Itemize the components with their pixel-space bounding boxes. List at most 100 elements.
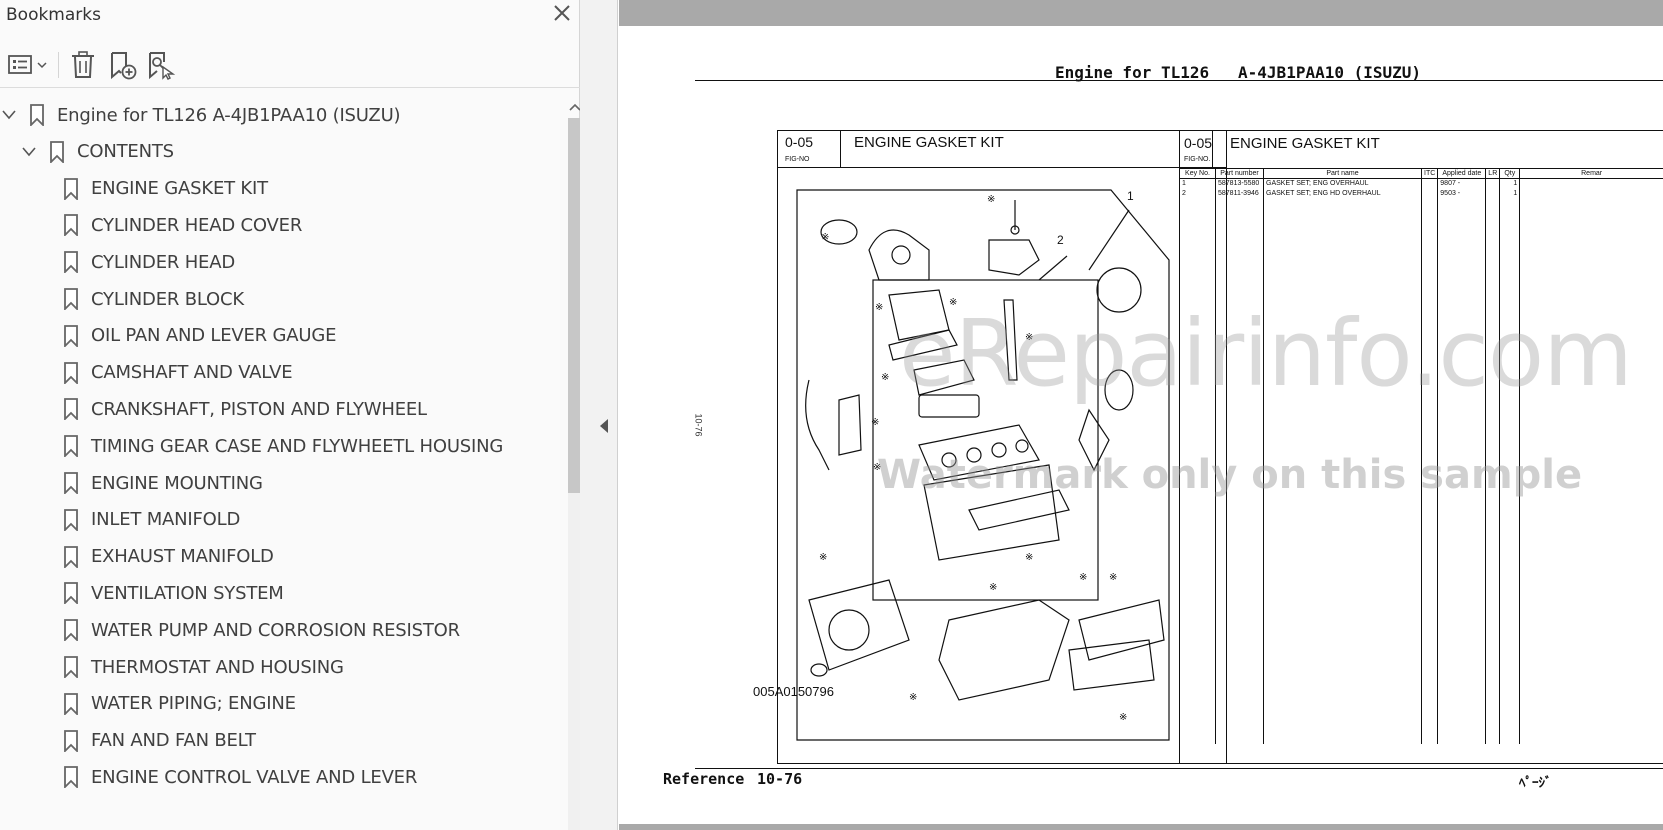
svg-text:※: ※: [1109, 572, 1117, 583]
col-lr: LR: [1485, 168, 1500, 179]
bookmark-item[interactable]: WATER PIPING; ENGINE: [0, 687, 565, 721]
side-page-number: 10-76: [693, 413, 704, 437]
bookmark-icon: [60, 434, 82, 458]
bookmark-item[interactable]: CONTENTS: [0, 135, 565, 169]
reference-page: 10-76: [757, 770, 803, 788]
page-suffix: ﾍﾟｰｼﾞ: [1519, 775, 1552, 790]
trash-icon[interactable]: [66, 48, 100, 82]
cell-qty: 1: [1499, 188, 1520, 199]
bookmark-item[interactable]: INLET MANIFOLD: [0, 503, 565, 537]
title-rule: [695, 80, 1663, 81]
bookmark-label: CONTENTS: [77, 141, 174, 163]
cell-remark: [1519, 188, 1663, 199]
watermark-site: eRepairinfo.com: [899, 300, 1633, 407]
bookmark-item[interactable]: OIL PAN AND LEVER GAUGE: [0, 319, 565, 353]
callout-2: 2: [1057, 233, 1064, 247]
document-page: Engine for TL126 A-4JB1PAA10 (ISUZU) 0-0…: [619, 0, 1663, 830]
bookmark-icon: [60, 177, 82, 201]
illustration-code: 005A0150796: [753, 684, 834, 699]
bookmark-item[interactable]: CYLINDER HEAD COVER: [0, 208, 565, 242]
svg-text:※: ※: [875, 302, 883, 313]
cell-part-name: GASKET SET; ENG OVERHAUL: [1263, 178, 1422, 189]
bookmark-item[interactable]: THERMOSTAT AND HOUSING: [0, 650, 565, 684]
parts-fig-no-label: FIG-NO.: [1184, 156, 1211, 163]
bookmark-icon: [60, 508, 82, 532]
bookmark-item[interactable]: ENGINE MOUNTING: [0, 466, 565, 500]
cell-applied-date: 9503 -: [1437, 188, 1486, 199]
bookmark-label: CYLINDER BLOCK: [91, 288, 244, 310]
bookmark-icon: [60, 250, 82, 274]
chevron-down-icon[interactable]: [0, 106, 18, 124]
bookmark-item[interactable]: WATER PUMP AND CORROSION RESISTOR: [0, 613, 565, 647]
bookmark-label: ENGINE GASKET KIT: [91, 178, 268, 200]
bookmark-icon: [60, 618, 82, 642]
bookmark-item[interactable]: CAMSHAFT AND VALVE: [0, 356, 565, 390]
bookmark-item[interactable]: ENGINE CONTROL VALVE AND LEVER: [0, 760, 565, 794]
svg-text:※: ※: [881, 372, 889, 383]
fig-title: ENGINE GASKET KIT: [854, 134, 1004, 151]
cell-itc: [1420, 178, 1438, 189]
find-bookmark-icon[interactable]: [144, 48, 178, 82]
bookmark-icon: [60, 213, 82, 237]
bookmark-icon: [60, 397, 82, 421]
bookmark-label: FAN AND FAN BELT: [91, 730, 256, 752]
cell-qty: 1: [1499, 178, 1520, 189]
cell-lr: [1485, 188, 1500, 199]
bookmark-icon: [60, 729, 82, 753]
bookmark-label: WATER PUMP AND CORROSION RESISTOR: [91, 619, 460, 641]
col-applied-date: Applied date: [1437, 168, 1486, 179]
svg-text:※: ※: [819, 552, 827, 563]
cell-key: 2: [1179, 188, 1216, 199]
parts-title: ENGINE GASKET KIT: [1230, 135, 1380, 152]
col-key-no: Key No.: [1179, 168, 1216, 179]
table-header-row: Key No. Part number Part name ITC Applie…: [1179, 168, 1663, 179]
close-icon[interactable]: [550, 2, 574, 26]
bookmark-item[interactable]: CYLINDER BLOCK: [0, 282, 565, 316]
bookmark-label: EXHAUST MANIFOLD: [91, 546, 274, 568]
col-remark: Remar: [1519, 168, 1663, 179]
bookmark-icon: [26, 103, 48, 127]
callout-1: 1: [1127, 189, 1134, 203]
bookmark-icon: [60, 581, 82, 605]
pdf-viewer: Bookmarks Engine for TL126 A-4JB1PAA10 (…: [0, 0, 1663, 830]
panel-divider[interactable]: [580, 0, 618, 830]
cell-remark: [1519, 178, 1663, 189]
cell-part-name: GASKET SET; ENG HD OVERHAUL: [1263, 188, 1422, 199]
new-bookmark-icon[interactable]: [106, 48, 140, 82]
bookmark-item[interactable]: Engine for TL126 A-4JB1PAA10 (ISUZU): [0, 98, 565, 132]
table-row: 1 587813-5580 GASKET SET; ENG OVERHAUL 9…: [1179, 178, 1663, 189]
bookmark-icon: [60, 545, 82, 569]
col-part-name: Part name: [1263, 168, 1422, 179]
bookmark-item[interactable]: TIMING GEAR CASE AND FLYWHEETL HOUSING: [0, 429, 565, 463]
svg-text:※: ※: [989, 582, 997, 593]
list-options-icon[interactable]: [4, 48, 50, 82]
bookmark-label: Engine for TL126 A-4JB1PAA10 (ISUZU): [57, 104, 401, 126]
col-qty: Qty: [1499, 168, 1520, 179]
page-bottom-gutter: [619, 824, 1663, 830]
bookmark-label: OIL PAN AND LEVER GAUGE: [91, 325, 337, 347]
bookmark-item[interactable]: CRANKSHAFT, PISTON AND FLYWHEEL: [0, 392, 565, 426]
bookmark-label: THERMOSTAT AND HOUSING: [91, 656, 344, 678]
bookmark-item[interactable]: FAN AND FAN BELT: [0, 724, 565, 758]
cell-applied-date: 9807 -: [1437, 178, 1486, 189]
cell-key: 1: [1179, 178, 1216, 189]
cell-itc: [1420, 188, 1438, 199]
col-itc: ITC: [1420, 168, 1438, 179]
bookmark-item[interactable]: EXHAUST MANIFOLD: [0, 540, 565, 574]
fig-number: 0-05: [785, 134, 814, 150]
table-row: 2 587811-3946 GASKET SET; ENG HD OVERHAU…: [1179, 188, 1663, 199]
bookmark-label: CRANKSHAFT, PISTON AND FLYWHEEL: [91, 398, 427, 420]
svg-text:※: ※: [821, 232, 829, 243]
bookmark-item[interactable]: VENTILATION SYSTEM: [0, 576, 565, 610]
bookmark-icon: [60, 361, 82, 385]
chevron-down-icon[interactable]: [20, 143, 38, 161]
svg-text:※: ※: [1119, 712, 1127, 723]
bookmark-icon: [46, 140, 68, 164]
col-part-number: Part number: [1215, 168, 1264, 179]
bookmark-item[interactable]: ENGINE GASKET KIT: [0, 172, 565, 206]
parts-fig-number: 0-05: [1184, 135, 1213, 151]
collapse-panel-icon[interactable]: [598, 418, 610, 434]
bookmarks-toolbar: [0, 44, 580, 88]
bookmark-item[interactable]: CYLINDER HEAD: [0, 245, 565, 279]
cell-part-number: 587813-5580: [1215, 178, 1264, 189]
